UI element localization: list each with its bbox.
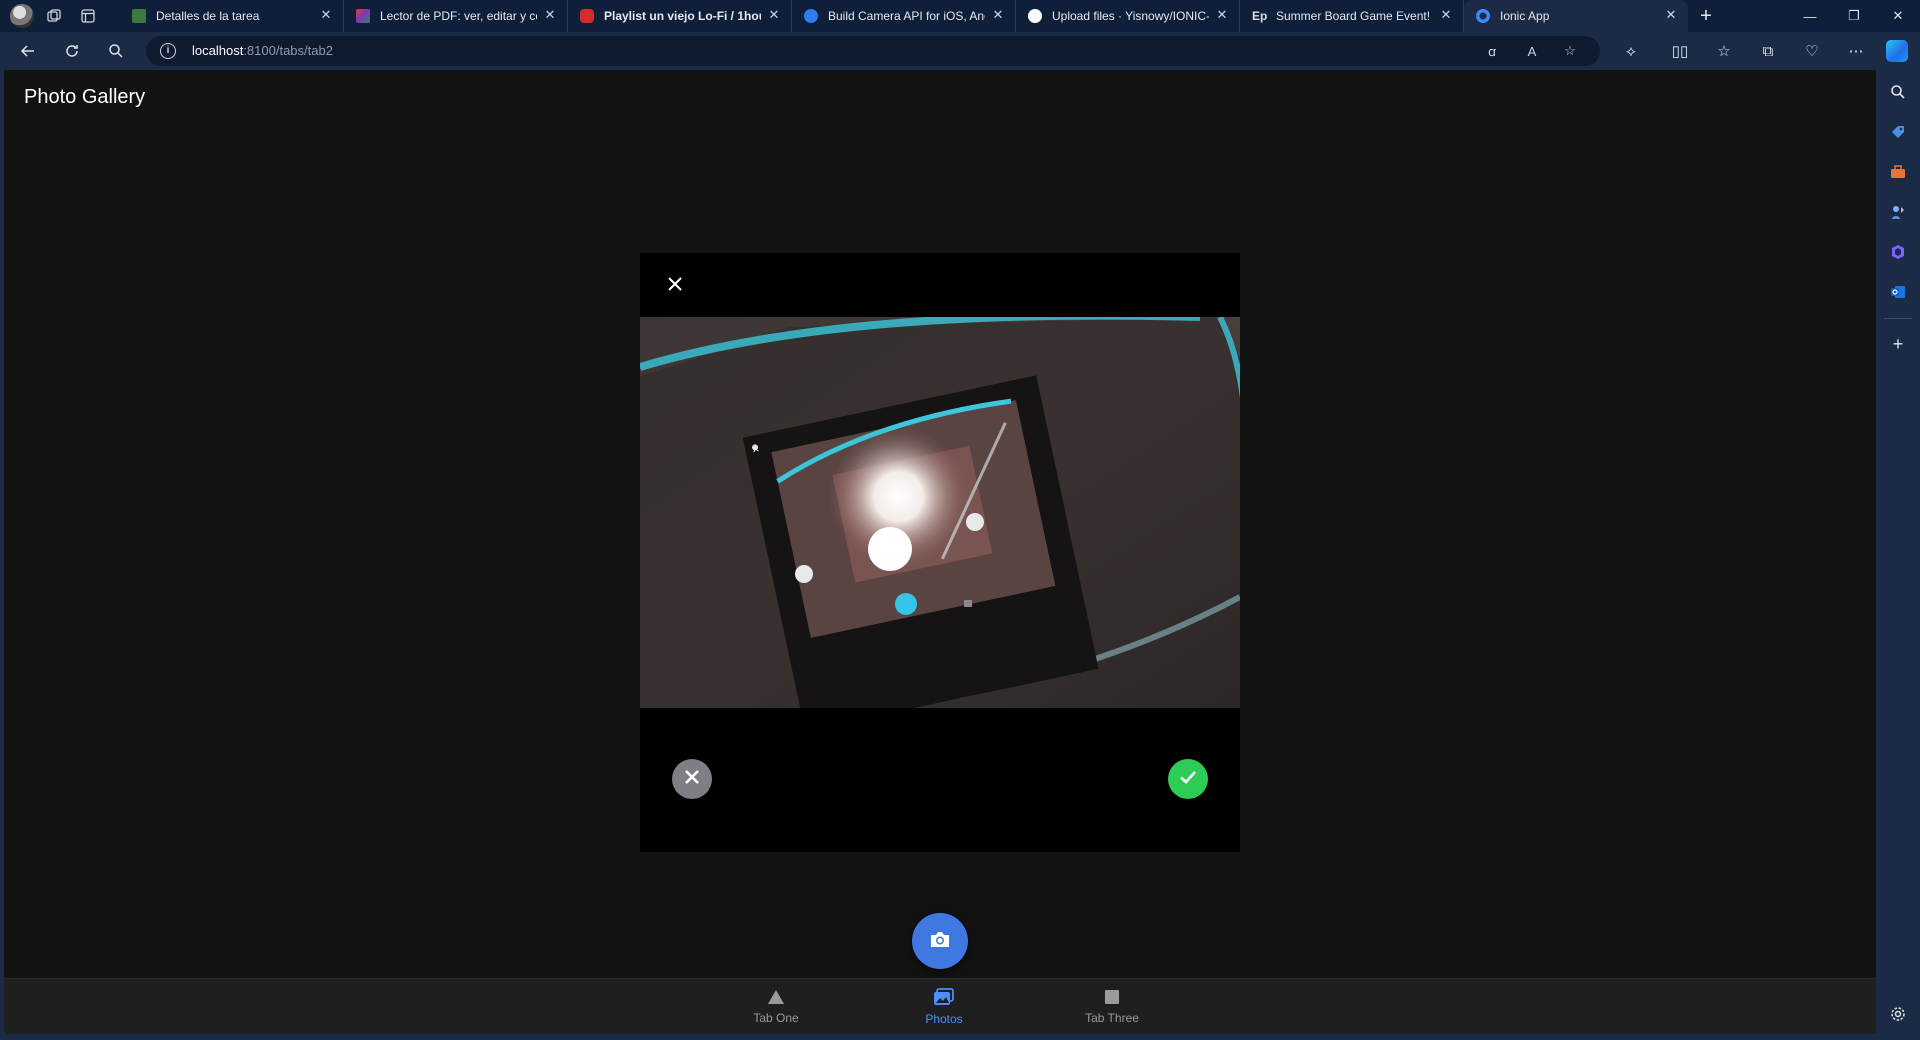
github-icon (1028, 9, 1042, 23)
collections-icon[interactable]: ⧉ (1754, 37, 1782, 65)
browser-toolbar: i localhost:8100/tabs/tab2 ꭤ A ☆ ⟡ ▯▯ ☆ … (0, 32, 1920, 70)
restore-icon[interactable]: ❐ (1832, 0, 1876, 32)
tab-favicon-icon (132, 9, 146, 23)
browser-tab-active[interactable]: Ionic App ✕ (1464, 0, 1688, 32)
read-aloud-icon[interactable]: A (1522, 41, 1542, 61)
site-logo-icon: Ep (1252, 9, 1268, 23)
window-bottom-frame (0, 1034, 1876, 1040)
confirm-capture-button[interactable] (1168, 759, 1208, 799)
window-controls: — ❐ ✕ (1788, 0, 1920, 32)
app-tab-bar: Tab One Photos Tab Three (4, 978, 1876, 1034)
square-icon (1104, 989, 1120, 1008)
new-tab-button[interactable]: + (1688, 0, 1724, 32)
tab-three[interactable]: Tab Three (1042, 979, 1182, 1034)
search-icon[interactable] (1886, 80, 1910, 104)
outlook-icon[interactable] (1886, 280, 1910, 304)
close-tab-icon[interactable]: ✕ (767, 8, 781, 22)
take-photo-button[interactable] (912, 913, 968, 969)
back-arrow-icon[interactable] (14, 37, 42, 65)
close-tab-icon[interactable]: ✕ (1664, 8, 1678, 22)
tab-title: Summer Board Game Event! | (1276, 9, 1433, 23)
tab-one[interactable]: Tab One (706, 979, 846, 1034)
page-title: Photo Gallery (24, 86, 146, 108)
search-icon[interactable] (102, 37, 130, 65)
translate-icon[interactable]: ꭤ (1482, 41, 1502, 61)
shopping-tag-icon[interactable] (1886, 120, 1910, 144)
capacitor-icon (804, 9, 818, 23)
close-circle-icon (683, 768, 701, 791)
camera-modal: × (640, 253, 1240, 852)
youtube-icon (580, 9, 594, 23)
close-tab-icon[interactable]: ✕ (319, 8, 333, 22)
extensions-icon[interactable]: ⟡ (1617, 37, 1645, 65)
checkmark-circle-icon (1178, 767, 1198, 792)
tab-title: Playlist un viejo Lo-Fi / 1hour (604, 9, 761, 23)
ionic-icon (1476, 9, 1490, 23)
tab-actions-icon[interactable] (74, 2, 102, 30)
tools-icon[interactable] (1886, 160, 1910, 184)
browser-tab[interactable]: Lector de PDF: ver, editar y co ✕ (344, 0, 568, 32)
browser-tab[interactable]: Playlist un viejo Lo-Fi / 1hour ✕ (568, 0, 792, 32)
tab-title: Upload files · Yisnowy/IONIC- (1052, 9, 1209, 23)
more-options-icon[interactable]: ⋯ (1842, 37, 1870, 65)
split-screen-icon[interactable]: ▯▯ (1666, 37, 1694, 65)
images-icon (933, 988, 955, 1009)
address-bar[interactable]: i localhost:8100/tabs/tab2 ꭤ A ☆ (146, 36, 1600, 66)
favorite-star-icon[interactable]: ☆ (1560, 41, 1580, 61)
tab-label: Tab Three (1085, 1011, 1139, 1025)
site-info-icon[interactable]: i (160, 43, 176, 59)
browser-tab[interactable]: Upload files · Yisnowy/IONIC- ✕ (1016, 0, 1240, 32)
tab-label: Tab One (753, 1011, 799, 1025)
tab-label: Photos (925, 1012, 963, 1026)
copilot-icon[interactable] (1886, 40, 1908, 62)
workspaces-icon[interactable] (40, 2, 68, 30)
close-icon[interactable] (662, 271, 688, 297)
close-tab-icon[interactable]: ✕ (1439, 8, 1453, 22)
browser-tab[interactable]: Detalles de la tarea ✕ (120, 0, 344, 32)
browser-tab-strip: Detalles de la tarea ✕ Lector de PDF: ve… (0, 0, 1920, 32)
tab-strip-left-controls (0, 2, 120, 30)
browser-tab[interactable]: Ep Summer Board Game Event! | ✕ (1240, 0, 1464, 32)
add-icon[interactable]: + (1886, 332, 1910, 356)
tab-title: Ionic App (1500, 9, 1550, 23)
close-tab-icon[interactable]: ✕ (991, 8, 1005, 22)
camera-icon (929, 930, 951, 953)
close-tab-icon[interactable]: ✕ (1215, 8, 1229, 22)
tab-title: Lector de PDF: ver, editar y co (380, 9, 537, 23)
tab-title: Detalles de la tarea (156, 9, 260, 23)
gear-icon[interactable] (1886, 1002, 1910, 1026)
cancel-capture-button[interactable] (672, 759, 712, 799)
close-window-icon[interactable]: ✕ (1876, 0, 1920, 32)
camera-preview-image: × (640, 317, 1240, 708)
office-icon[interactable] (1886, 240, 1910, 264)
browser-essentials-icon[interactable]: ♡ (1798, 37, 1826, 65)
edge-sidebar: + (1876, 70, 1920, 1040)
tab-favicon-icon (356, 9, 370, 23)
sidebar-divider (1884, 318, 1912, 319)
tab-title: Build Camera API for iOS, And (828, 9, 985, 23)
profile-avatar[interactable] (10, 4, 34, 28)
page-viewport: Photo Gallery × Tab One Photos Tab Three (4, 70, 1876, 1034)
browser-tab[interactable]: Build Camera API for iOS, And ✕ (792, 0, 1016, 32)
favorites-icon[interactable]: ☆ (1710, 37, 1738, 65)
games-icon[interactable] (1886, 200, 1910, 224)
refresh-icon[interactable] (58, 37, 86, 65)
triangle-icon (767, 989, 785, 1008)
tab-photos[interactable]: Photos (874, 979, 1014, 1034)
close-tab-icon[interactable]: ✕ (543, 8, 557, 22)
url-text: localhost:8100/tabs/tab2 (192, 43, 333, 58)
minimize-icon[interactable]: — (1788, 0, 1832, 32)
